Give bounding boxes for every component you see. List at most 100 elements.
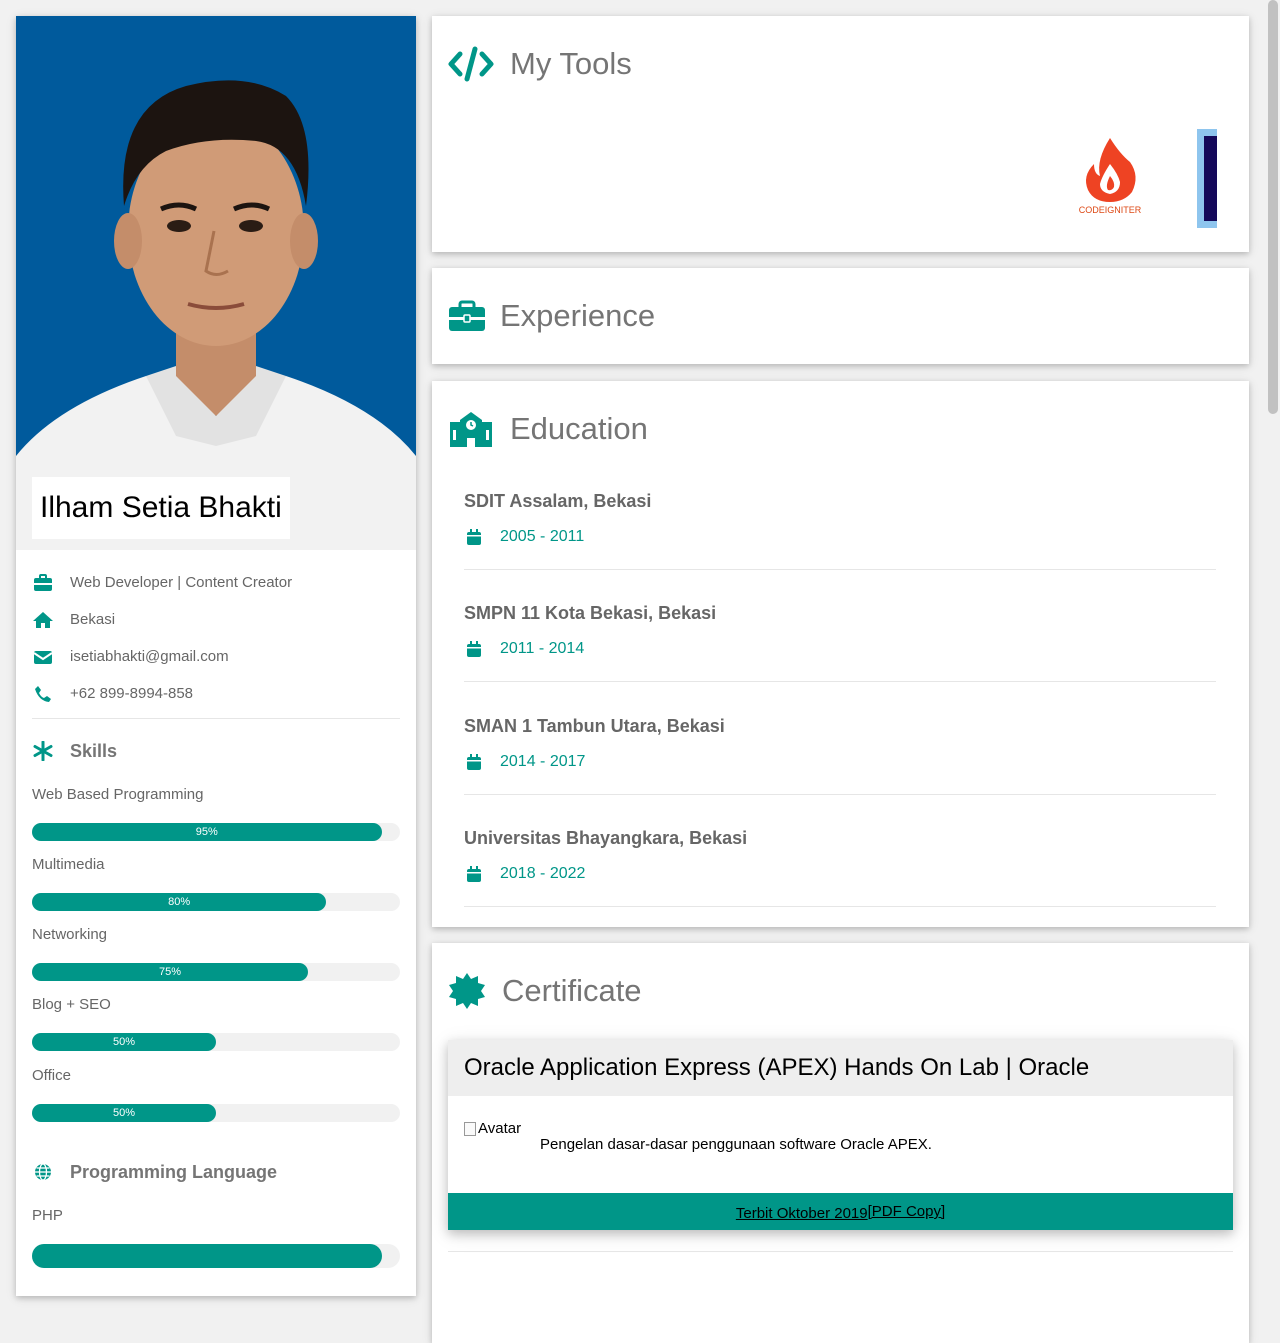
certificate-card: Certificate Oracle Application Express (…: [432, 943, 1249, 1343]
divider: [448, 1251, 1233, 1252]
divider: [32, 718, 400, 719]
years-text: 2005 - 2011: [500, 528, 585, 545]
code-icon: [448, 44, 494, 84]
phone-text: +62 899-8994-858: [70, 685, 194, 702]
phone-icon: [32, 683, 54, 705]
partial-tool-logo: [1197, 129, 1217, 228]
tools-title: My Tools: [510, 46, 632, 81]
certificate-icon: [448, 971, 486, 1011]
calendar-icon: [464, 527, 484, 547]
calendar-icon: [464, 864, 484, 884]
certificate-body: Avatar Pengelan dasar-dasar penggunaan s…: [448, 1096, 1233, 1193]
broken-image-icon: [464, 1121, 476, 1136]
skill-item: Web Based Programming 95%: [32, 786, 400, 841]
job-row: Web Developer | Content Creator: [32, 564, 400, 601]
school-name: SDIT Assalam, Bekasi: [464, 491, 652, 511]
school-years: 2018 - 2022: [464, 864, 1216, 884]
home-icon: [32, 609, 54, 631]
asterisk-icon: [32, 740, 54, 762]
codeigniter-logo: CODEIGNITER: [1078, 136, 1142, 215]
skill-bar-fill: 80%: [32, 893, 327, 911]
experience-card: Experience: [432, 268, 1249, 364]
issued-text: Terbit Oktober 2019: [735, 1205, 868, 1222]
skill-bar-fill: 50%: [32, 1033, 216, 1051]
skill-item: Office 50%: [32, 1067, 400, 1122]
language-bar-fill: [32, 1244, 382, 1268]
school-years: 2005 - 2011: [464, 527, 1216, 547]
education-item: Universitas Bhayangkara, Bekasi 2018 - 2…: [464, 828, 1216, 907]
programming-title: Programming Language: [70, 1161, 278, 1182]
school-name: Universitas Bhayangkara, Bekasi: [464, 828, 748, 848]
language-label: PHP: [32, 1207, 63, 1224]
education-heading: Education: [448, 409, 648, 449]
certificate-heading: Certificate: [448, 971, 642, 1011]
globe-icon: [32, 1161, 54, 1183]
suitcase-icon: [448, 296, 486, 336]
skill-label: Multimedia: [32, 856, 105, 873]
skill-bar: 50%: [32, 1104, 400, 1122]
phone-row: +62 899-8994-858: [32, 675, 400, 712]
skill-bar-fill: 50%: [32, 1104, 216, 1122]
job-text: Web Developer | Content Creator: [70, 574, 293, 591]
briefcase-icon: [32, 572, 54, 594]
school-icon: [448, 409, 494, 449]
skill-bar: 75%: [32, 963, 400, 981]
skill-bar-fill: 95%: [32, 823, 382, 841]
portrait-illustration: [16, 16, 416, 550]
flame-icon: [1086, 138, 1136, 202]
education-item: SMAN 1 Tambun Utara, Bekasi 2014 - 2017: [464, 716, 1216, 795]
tools-heading: My Tools: [448, 44, 632, 84]
skill-item: Blog + SEO 50%: [32, 996, 400, 1051]
calendar-icon: [464, 639, 484, 659]
certificate-title: Certificate: [502, 973, 642, 1008]
education-item: SMPN 11 Kota Bekasi, Bekasi 2011 - 2014: [464, 603, 1216, 682]
tools-card: My Tools CODEIGNITER: [432, 16, 1249, 252]
skill-label: Office: [32, 1067, 71, 1084]
location-row: Bekasi: [32, 601, 400, 638]
profile-card: Ilham Setia Bhakti Web Developer | Conte…: [16, 16, 416, 1296]
certificate-footer: Terbit Oktober 2019 [PDF Copy]: [448, 1193, 1233, 1230]
email-text: isetiabhakti@gmail.com: [70, 648, 229, 665]
skill-bar: 95%: [32, 823, 400, 841]
calendar-icon: [464, 752, 484, 772]
years-text: 2018 - 2022: [500, 865, 586, 882]
location-text: Bekasi: [70, 611, 116, 628]
skill-label: Web Based Programming: [32, 786, 204, 803]
email-row: isetiabhakti@gmail.com: [32, 638, 400, 675]
skill-label: Blog + SEO: [32, 996, 111, 1013]
avatar-alt-text: Avatar: [478, 1120, 522, 1137]
envelope-icon: [32, 646, 54, 668]
certificate-avatar: Avatar: [464, 1120, 521, 1137]
programming-heading: Programming Language: [32, 1161, 277, 1183]
scrollbar[interactable]: [1265, 0, 1280, 1280]
education-title: Education: [510, 411, 648, 446]
codeigniter-label: CODEIGNITER: [1078, 205, 1142, 215]
education-item: SDIT Assalam, Bekasi 2005 - 2011: [464, 491, 1216, 570]
profile-name: Ilham Setia Bhakti: [32, 477, 290, 539]
profile-photo: Ilham Setia Bhakti: [16, 16, 416, 550]
language-bar: [32, 1244, 400, 1268]
skill-bar: 50%: [32, 1033, 400, 1051]
skill-label: Networking: [32, 926, 108, 943]
skill-bar: 80%: [32, 893, 400, 911]
certificate-issued-link[interactable]: Terbit Oktober 2019: [736, 1201, 868, 1222]
school-years: 2014 - 2017: [464, 752, 1216, 772]
years-text: 2011 - 2014: [500, 640, 585, 657]
skill-item: Multimedia 80%: [32, 856, 400, 911]
education-card: Education SDIT Assalam, Bekasi 2005 - 20…: [432, 381, 1249, 927]
language-item: PHP: [32, 1207, 400, 1268]
certificate-description: Pengelan dasar-dasar penggunaan software…: [540, 1136, 932, 1153]
skills-title: Skills: [70, 740, 118, 761]
pdf-copy-link[interactable]: [PDF Copy]: [868, 1203, 946, 1220]
skill-bar-fill: 75%: [32, 963, 308, 981]
certificate-item: Oracle Application Express (APEX) Hands …: [448, 1040, 1233, 1230]
scrollbar-thumb[interactable]: [1268, 0, 1278, 414]
school-name: SMAN 1 Tambun Utara, Bekasi: [464, 716, 725, 736]
contact-info: Web Developer | Content Creator Bekasi i…: [32, 564, 400, 712]
certificate-name: Oracle Application Express (APEX) Hands …: [448, 1040, 1233, 1096]
years-text: 2014 - 2017: [500, 753, 586, 770]
school-years: 2011 - 2014: [464, 639, 1216, 659]
school-name: SMPN 11 Kota Bekasi, Bekasi: [464, 603, 717, 623]
skill-item: Networking 75%: [32, 926, 400, 981]
experience-heading: Experience: [448, 296, 655, 336]
